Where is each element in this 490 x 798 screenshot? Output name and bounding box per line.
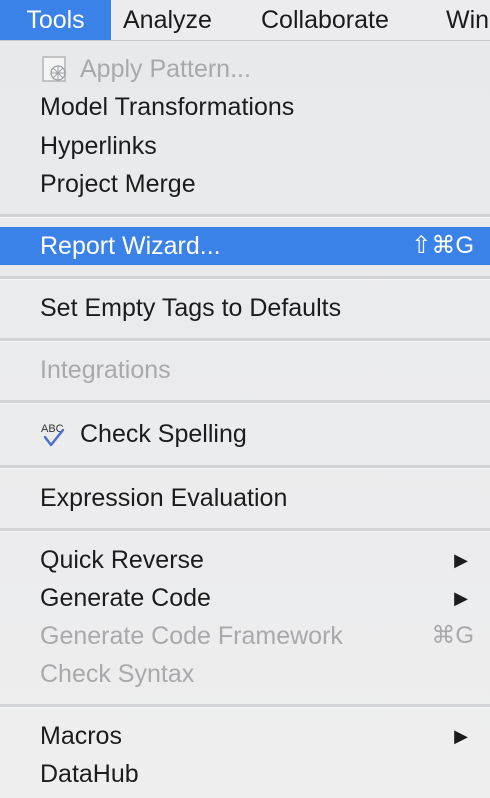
menu-item-check-syntax: Check Syntax [0, 655, 490, 693]
menu-item-label: Project Merge [40, 170, 196, 198]
menu-item-label: Hyperlinks [40, 132, 157, 160]
menu-item-hyperlinks[interactable]: Hyperlinks [0, 127, 490, 165]
menu-separator [0, 276, 490, 280]
menu-item-model-transformations[interactable]: Model Transformations [0, 88, 490, 126]
menu-item-label: Report Wizard... [40, 232, 221, 260]
report-wizard-shortcut: ⇧⌘G [411, 232, 474, 259]
menu-separator [0, 528, 490, 532]
menu-item-label: Check Spelling [80, 420, 247, 448]
menu-item-label: Macros [40, 722, 122, 750]
menu-item-integrations: Integrations [0, 351, 490, 389]
menu-separator [0, 704, 490, 708]
menu-separator [0, 400, 490, 404]
menu-separator [0, 214, 490, 218]
menu-separator [0, 465, 490, 469]
generate-code-framework-shortcut: ⌘G [431, 622, 474, 649]
menu-item-label: Expression Evaluation [40, 484, 288, 512]
menu-item-label: Integrations [40, 356, 171, 384]
menu-item-expression-evaluation[interactable]: Expression Evaluation [0, 479, 490, 517]
menu-item-label: Model Transformations [40, 93, 295, 121]
menubar-collaborate[interactable]: Collaborate [261, 0, 389, 40]
menu-item-generate-code[interactable]: Generate Code ▶ [0, 579, 490, 617]
menubar-analyze[interactable]: Analyze [123, 0, 212, 40]
menu-item-label: Generate Code Framework [40, 622, 343, 650]
menu-item-label: Check Syntax [40, 660, 195, 688]
menu-item-report-wizard[interactable]: Report Wizard... ⇧⌘G [0, 227, 490, 265]
menu-item-generate-code-framework: Generate Code Framework ⌘G [0, 617, 490, 655]
tools-menu: Apply Pattern... Model Transformations H… [0, 41, 490, 798]
menu-item-label: Generate Code [40, 584, 211, 612]
menu-item-label: Quick Reverse [40, 546, 204, 574]
menu-item-project-merge[interactable]: Project Merge [0, 165, 490, 203]
spell-check-icon: ABC [40, 415, 72, 453]
menubar-tools[interactable]: Tools [0, 0, 111, 40]
submenu-arrow-icon: ▶ [454, 588, 468, 608]
menu-item-label: DataHub [40, 760, 139, 788]
menu-bar: Tools Analyze Collaborate Win [0, 0, 490, 41]
pattern-document-icon [40, 50, 72, 88]
menu-item-quick-reverse[interactable]: Quick Reverse ▶ [0, 541, 490, 579]
menu-item-label: Set Empty Tags to Defaults [40, 294, 342, 322]
menubar-window[interactable]: Win [446, 0, 489, 40]
submenu-arrow-icon: ▶ [454, 550, 468, 570]
menu-item-set-empty-tags[interactable]: Set Empty Tags to Defaults [0, 289, 490, 327]
menu-item-datahub[interactable]: DataHub [0, 755, 490, 793]
menu-separator [0, 338, 490, 342]
menu-item-label: Apply Pattern... [80, 55, 251, 83]
menu-item-apply-pattern: Apply Pattern... [0, 50, 490, 88]
submenu-arrow-icon: ▶ [454, 726, 468, 746]
menu-item-check-spelling[interactable]: ABC Check Spelling [0, 415, 490, 453]
menu-item-macros[interactable]: Macros ▶ [0, 717, 490, 755]
